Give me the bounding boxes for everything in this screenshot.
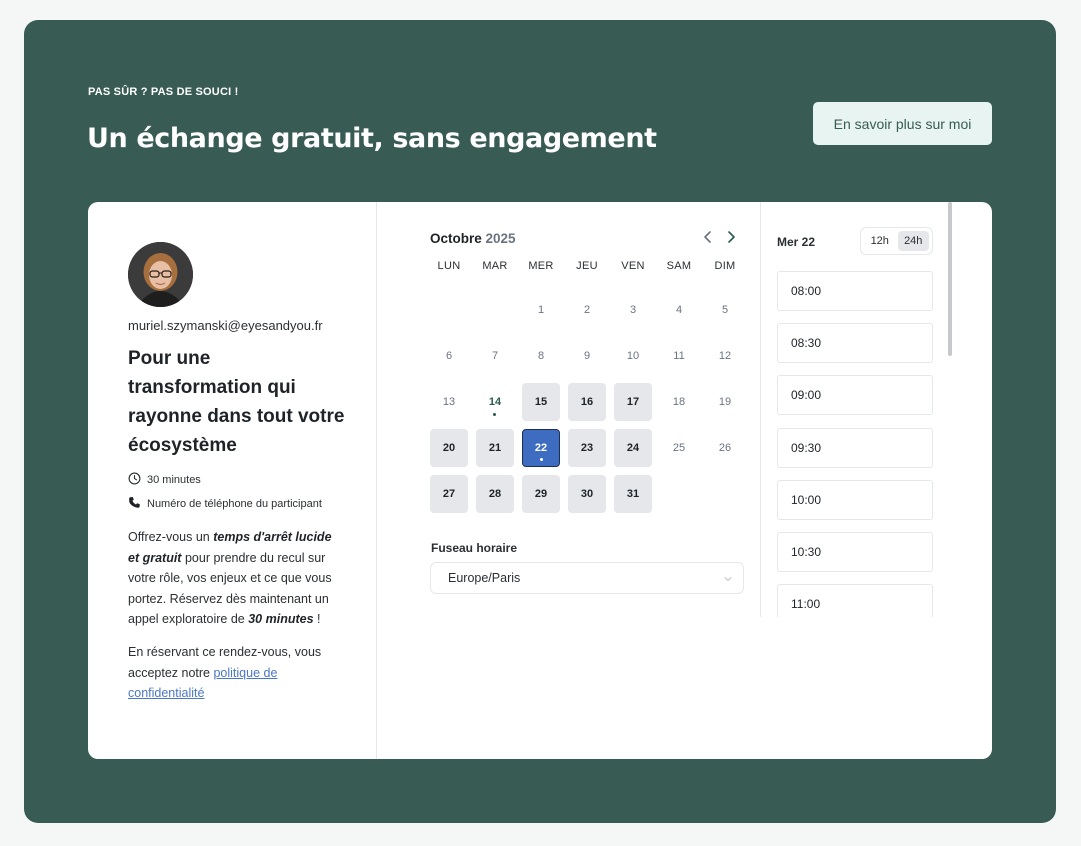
- calendar-day: 19: [718, 396, 732, 408]
- day-indicator-dot: [493, 413, 496, 416]
- location-row: Numéro de téléphone du participant: [128, 496, 322, 512]
- description-text: !: [313, 612, 321, 626]
- format-12h-button[interactable]: 12h: [864, 231, 896, 251]
- about-me-button[interactable]: En savoir plus sur moi: [813, 102, 992, 145]
- timeslot-button[interactable]: 09:30: [777, 428, 933, 468]
- month-name: Octobre: [430, 231, 482, 246]
- time-format-toggle: 12h 24h: [860, 227, 933, 255]
- calendar-day-available[interactable]: 16: [568, 383, 606, 421]
- calendar-day-available[interactable]: 30: [568, 475, 606, 513]
- weekday-label: LUN: [437, 260, 461, 272]
- timezone-value: Europe/Paris: [448, 571, 521, 585]
- timezone-label: Fuseau horaire: [431, 541, 518, 555]
- calendar-day-available[interactable]: 15: [522, 383, 560, 421]
- calendar-day: 26: [718, 442, 732, 454]
- location-label: Numéro de téléphone du participant: [147, 498, 322, 510]
- month-label: Octobre 2025: [430, 231, 516, 246]
- timeslot-button[interactable]: 08:30: [777, 323, 933, 363]
- calendar-day: 3: [629, 304, 637, 316]
- prev-month-button[interactable]: [698, 227, 718, 247]
- weekday-label: VEN: [621, 260, 645, 272]
- timeslot-button[interactable]: 10:00: [777, 480, 933, 520]
- calendar-day: 18: [672, 396, 686, 408]
- calendar-day: 9: [583, 350, 591, 362]
- calendar-day: 4: [675, 304, 683, 316]
- calendar-day: 14: [476, 383, 514, 421]
- chevron-right-icon: [728, 231, 735, 243]
- format-24h-button[interactable]: 24h: [897, 231, 929, 251]
- calendar-day: 11: [673, 350, 685, 362]
- weekday-label: JEU: [576, 260, 598, 272]
- calendar-day-available[interactable]: 28: [476, 475, 514, 513]
- organizer-email: muriel.szymanski@eyesandyou.fr: [128, 318, 323, 333]
- avatar: [128, 242, 193, 307]
- timeslot-scrollbar[interactable]: [948, 202, 952, 356]
- event-description: Offrez-vous un temps d'arrêt lucide et g…: [128, 527, 340, 630]
- section-title: Un échange gratuit, sans engagement: [87, 123, 657, 154]
- description-emphasis: 30 minutes: [248, 612, 314, 626]
- booking-widget: muriel.szymanski@eyesandyou.fr Pour une …: [88, 202, 992, 759]
- calendar-day-available[interactable]: 17: [614, 383, 652, 421]
- timezone-select[interactable]: Europe/Paris: [430, 562, 744, 594]
- event-info-panel: muriel.szymanski@eyesandyou.fr Pour une …: [88, 202, 377, 759]
- description-text: Offrez-vous un: [128, 530, 214, 544]
- calendar-day: 8: [537, 350, 545, 362]
- timeslot-button[interactable]: 08:00: [777, 271, 933, 311]
- calendar-day: 6: [445, 350, 453, 362]
- privacy-consent: En réservant ce rendez-vous, vous accept…: [128, 642, 340, 704]
- duration-row: 30 minutes: [128, 472, 201, 488]
- duration-label: 30 minutes: [147, 474, 201, 486]
- chevron-down-icon: [724, 576, 732, 582]
- calendar-day-available[interactable]: 20: [430, 429, 468, 467]
- calendar-day-available[interactable]: 21: [476, 429, 514, 467]
- next-month-button[interactable]: [721, 227, 741, 247]
- section-kicker: PAS SÛR ? PAS DE SOUCI !: [88, 86, 239, 98]
- timeslot-button[interactable]: 10:30: [777, 532, 933, 572]
- weekday-label: SAM: [666, 260, 692, 272]
- calendar-day: 13: [442, 396, 456, 408]
- calendar-day: 7: [491, 350, 499, 362]
- calendar-day-available[interactable]: 31: [614, 475, 652, 513]
- timeslot-button[interactable]: 11:00: [777, 584, 933, 617]
- weekday-label: DIM: [714, 260, 736, 272]
- selected-date-label: Mer 22: [777, 235, 816, 249]
- calendar-day: 25: [672, 442, 686, 454]
- phone-icon: [128, 496, 141, 512]
- calendar-day-available[interactable]: 23: [568, 429, 606, 467]
- calendar-day: 5: [721, 304, 729, 316]
- weekday-label: MER: [528, 260, 554, 272]
- calendar-day: 2: [583, 304, 591, 316]
- calendar-panel: Octobre 2025 LUN MAR MER JEU VEN SAM DIM 12345…: [377, 202, 761, 617]
- day-indicator-dot: [540, 458, 543, 461]
- calendar-day-available[interactable]: 29: [522, 475, 560, 513]
- timeslot-panel: Mer 22 12h 24h 08:00 08:30 09:00 09:30 10:00…: [761, 202, 992, 617]
- event-title: Pour une transformation qui rayonne dans…: [128, 348, 345, 456]
- chevron-left-icon: [704, 231, 711, 243]
- clock-icon: [128, 472, 141, 488]
- weekday-label: MAR: [482, 260, 508, 272]
- calendar-day: 10: [626, 350, 640, 362]
- month-year: 2025: [485, 231, 516, 246]
- calendar-day: 12: [718, 350, 732, 362]
- calendar-day-available[interactable]: 27: [430, 475, 468, 513]
- calendar-day-selected[interactable]: 22: [522, 429, 560, 467]
- calendar-day: 1: [537, 304, 545, 316]
- calendar-day-available[interactable]: 24: [614, 429, 652, 467]
- timeslot-button[interactable]: 09:00: [777, 375, 933, 415]
- booking-section: PAS SÛR ? PAS DE SOUCI ! Un échange grat…: [24, 20, 1056, 823]
